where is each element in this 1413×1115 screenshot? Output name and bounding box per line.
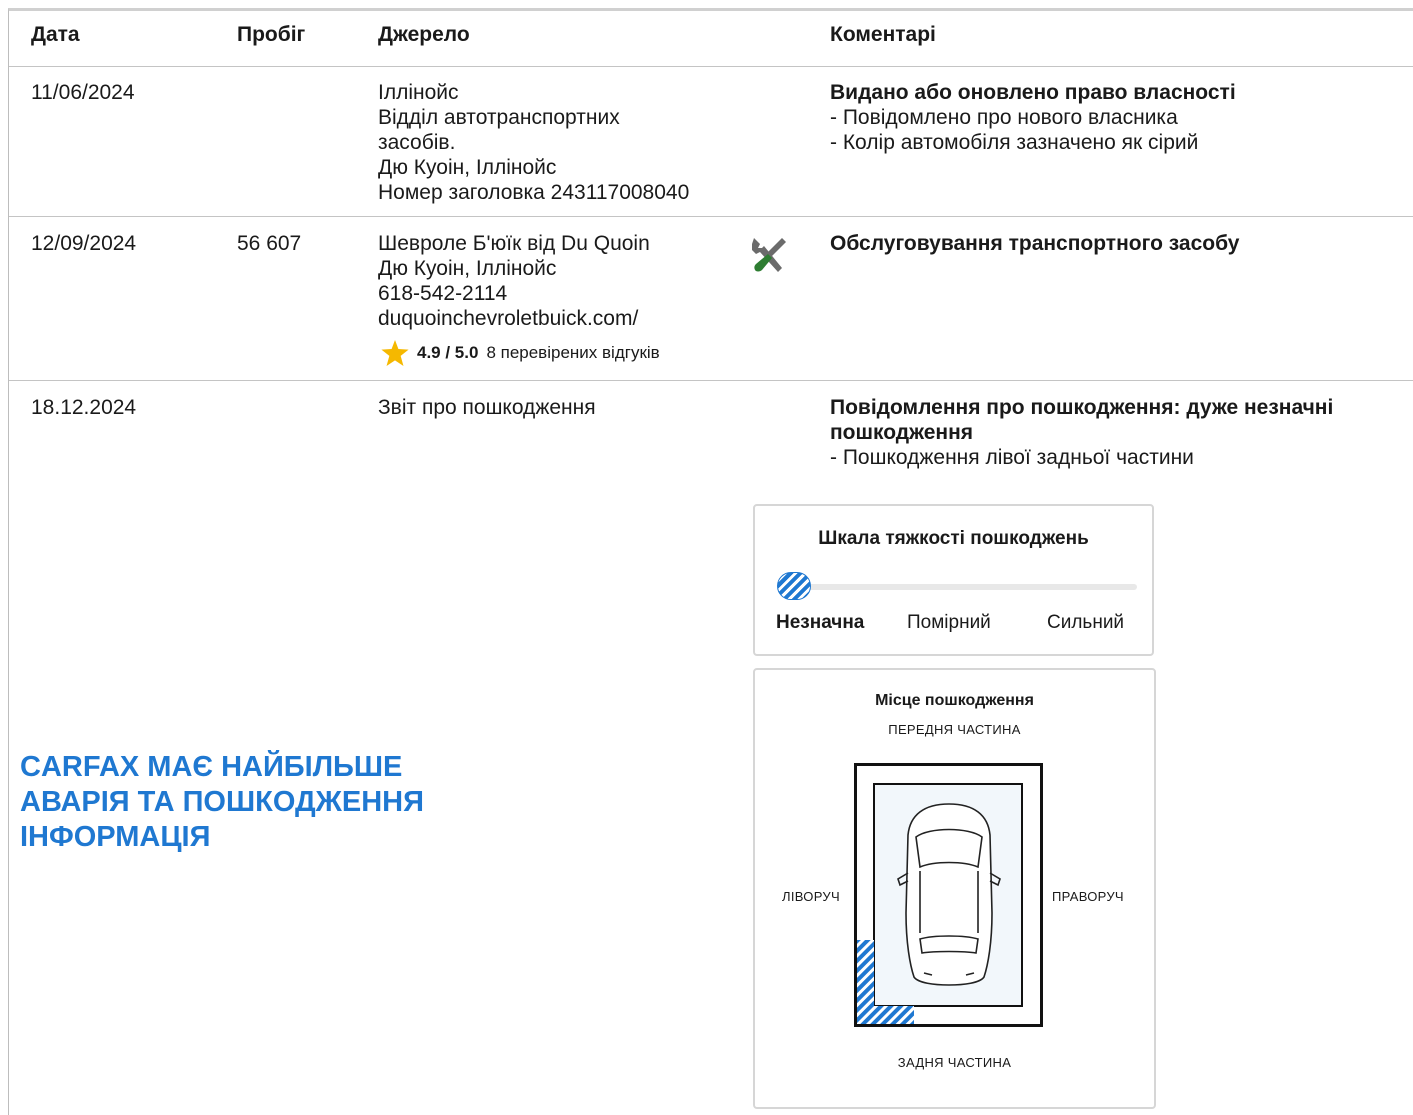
comment-line: - Повідомлено про нового власника: [830, 106, 1178, 129]
row3-source: Звіт про пошкодження: [378, 396, 596, 419]
promo-line: АВАРІЯ ТА ПОШКОДЖЕННЯ: [20, 786, 424, 818]
promo-line: CARFAX МАЄ НАЙБІЛЬШЕ: [20, 751, 403, 783]
damage-location-card: Місце пошкодження ПЕРЕДНЯ ЧАСТИНА ЛІВОРУ…: [753, 668, 1156, 1109]
damage-location-title: Місце пошкодження: [875, 692, 1034, 709]
label-right: ПРАВОРУЧ: [1052, 889, 1124, 904]
car-diagram: [854, 763, 1043, 1027]
label-rear: ЗАДНЯ ЧАСТИНА: [897, 1055, 1012, 1070]
comment-title: Обслуговування транспортного засобу: [830, 232, 1240, 255]
severity-scale-card: Шкала тяжкості пошкоджень Незначна Помір…: [753, 504, 1154, 656]
severity-track: [779, 584, 1137, 590]
header-source: Джерело: [378, 23, 470, 46]
label-left: ЛІВОРУЧ: [782, 889, 840, 904]
comment-title: Повідомлення про пошкодження: дуже незна…: [830, 396, 1334, 419]
source-line: засобів.: [378, 131, 456, 154]
comment-title: Видано або оновлено право власності: [830, 81, 1236, 104]
header-date: Дата: [31, 23, 80, 46]
row2-source: Шевроле Б'юїк від Du Quoin Дю Куоін, Ілл…: [378, 231, 650, 331]
row1-date: 11/06/2024: [31, 81, 135, 104]
source-line: Дю Куоін, Іллінойс: [378, 257, 557, 280]
source-line: Дю Куоін, Іллінойс: [378, 156, 557, 179]
row3-date: 18.12.2024: [31, 396, 137, 419]
row2-date: 12/09/2024: [31, 232, 137, 255]
row2-mileage: 56 607: [237, 232, 302, 255]
row1-comments: Видано або оновлено право власності - По…: [830, 80, 1236, 155]
source-line: 618-542-2114: [378, 282, 508, 305]
row-divider: [9, 216, 1413, 217]
comment-line: - Пошкодження лівої задньої частини: [830, 446, 1194, 469]
comment-line: - Колір автомобіля зазначено як сірий: [830, 131, 1199, 154]
service-tools-icon: [748, 234, 790, 281]
severity-marker: [777, 572, 811, 600]
source-line: Відділ автотранспортних: [378, 106, 620, 129]
header-comments: Коментарі: [830, 23, 936, 46]
row2-comments: Обслуговування транспортного засобу: [830, 231, 1239, 256]
promo-line: ІНФОРМАЦІЯ: [20, 821, 211, 853]
row-divider: [9, 380, 1413, 381]
history-table: [8, 8, 1413, 1115]
rating-score: 4.9 / 5.0: [417, 343, 479, 362]
severity-title: Шкала тяжкості пошкоджень: [818, 528, 1089, 549]
car-icon: [897, 803, 1001, 986]
row-divider: [9, 66, 1413, 67]
source-line: Номер заголовка 243117008040: [378, 181, 690, 204]
severity-label-minor: Незначна: [776, 612, 865, 633]
row1-source: Іллінойс Відділ автотранспортних засобів…: [378, 80, 689, 205]
source-line: Шевроле Б'юїк від Du Quoin: [378, 232, 650, 255]
header-mileage: Пробіг: [237, 23, 306, 46]
source-line[interactable]: duquoinchevroletbuick.com/: [378, 306, 650, 331]
severity-label-severe: Сильний: [1047, 612, 1125, 633]
row3-comments: Повідомлення про пошкодження: дуже незна…: [830, 395, 1333, 470]
rating-reviews[interactable]: 8 перевірених відгуків: [486, 343, 659, 363]
star-icon: [381, 340, 409, 366]
source-line: Іллінойс: [378, 81, 459, 104]
comment-title: пошкодження: [830, 421, 974, 444]
label-front: ПЕРЕДНЯ ЧАСТИНА: [888, 722, 1021, 737]
carfax-promo: CARFAX МАЄ НАЙБІЛЬШЕ АВАРІЯ ТА ПОШКОДЖЕН…: [20, 750, 480, 855]
dealer-rating[interactable]: 4.9 / 5.0 8 перевірених відгуків: [381, 340, 660, 366]
severity-label-moderate: Помірний: [907, 612, 991, 633]
